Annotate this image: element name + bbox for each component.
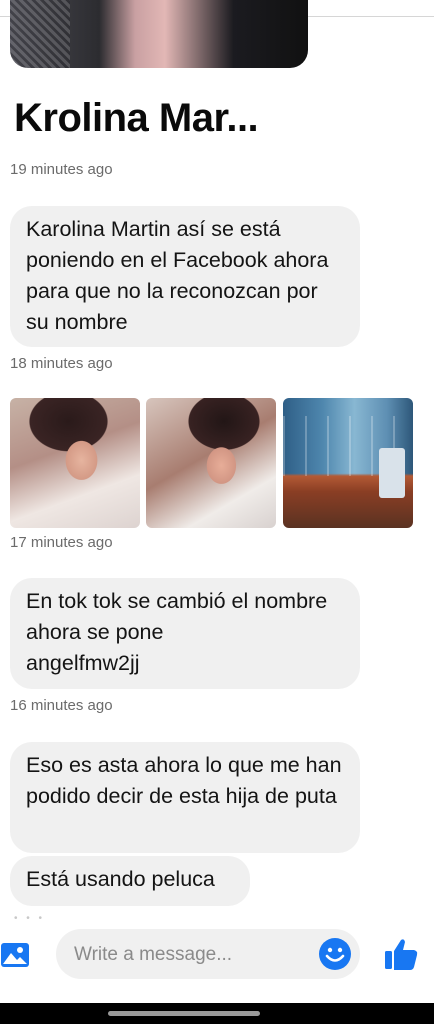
message-bubble[interactable]: En tok tok se cambió el nombre ahora se … — [10, 578, 360, 689]
home-indicator[interactable] — [108, 1011, 260, 1016]
message-input[interactable] — [72, 929, 306, 981]
sender-name: Krolina Mar... — [14, 96, 259, 140]
message-timestamp: 19 minutes ago — [10, 161, 113, 178]
photo-thumbnail[interactable] — [146, 398, 276, 528]
photo-thumbnail[interactable] — [10, 398, 140, 528]
photo-thumbnail[interactable] — [283, 398, 413, 528]
gallery-icon[interactable] — [0, 940, 30, 970]
message-timestamp: 17 minutes ago — [10, 534, 113, 551]
message-composer — [56, 929, 360, 981]
thumbs-up-icon[interactable] — [383, 936, 419, 972]
message-bubble[interactable]: Karolina Martin así se está poniendo en … — [10, 206, 360, 347]
message-timestamp: 18 minutes ago — [10, 355, 113, 372]
message-bubble[interactable]: Eso es asta ahora lo que me han podido d… — [10, 742, 360, 853]
emoji-icon[interactable] — [318, 937, 352, 971]
seen-indicator-icon: • • • — [14, 913, 46, 924]
shared-photo[interactable] — [10, 0, 308, 68]
message-timestamp: 16 minutes ago — [10, 697, 113, 714]
message-bubble[interactable]: Está usando peluca — [10, 856, 250, 906]
